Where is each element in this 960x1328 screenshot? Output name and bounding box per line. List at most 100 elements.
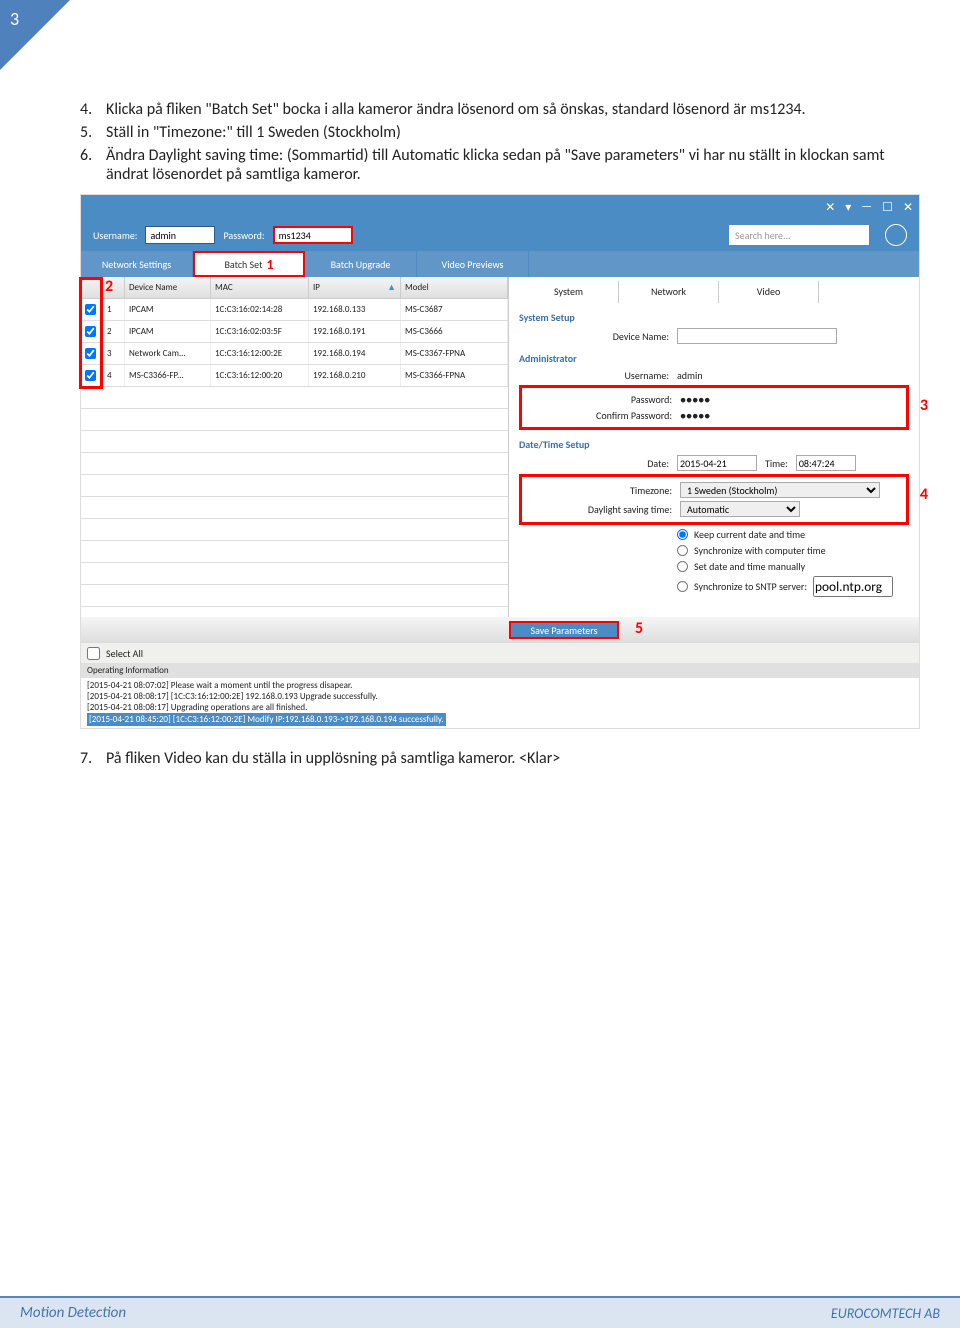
row-num: 1 [103,299,125,320]
highlight-box-2 [79,277,103,389]
table-row[interactable]: 2IPCAM1C:C3:16:02:03:5F192.168.0.191MS-C… [81,321,508,343]
settings-tabs: System Network Video [519,281,909,303]
list-text: På fliken Video kan du ställa in upplösn… [106,749,920,768]
device-name-row: Device Name: [519,328,909,344]
footer-left: Motion Detection [20,1304,126,1322]
log-area: [2015-04-21 08:07:02] Please wait a mome… [81,678,919,728]
username-input[interactable] [145,226,215,244]
log-line: [2015-04-21 08:08:17] Upgrading operatio… [87,702,913,713]
marker-1: 1 [266,256,273,273]
shuffle-icon[interactable]: ✕ [825,200,835,215]
search-placeholder: Search here... [735,229,791,242]
password-input[interactable] [273,226,353,244]
rtab-network[interactable]: Network [619,281,719,303]
admin-username-value: admin [677,369,837,382]
row-num: 4 [103,365,125,386]
empty-row [81,497,508,519]
radio-keep-current[interactable]: Keep current date and time [677,528,909,541]
list-number: 5. [80,123,106,142]
highlight-box-3: Password:●●●●● Confirm Password:●●●●● 3 [519,385,909,430]
radio-sync-computer[interactable]: Synchronize with computer time [677,544,909,557]
tab-batch-set[interactable]: Batch Set1 [193,251,305,277]
empty-row [81,431,508,453]
row-device: Network Cam... [125,343,211,364]
select-all-checkbox[interactable] [87,647,100,660]
time-input[interactable] [796,455,856,471]
th-mac: MAC [211,277,309,298]
time-label: Time: [765,457,788,470]
tab-video-previews[interactable]: Video Previews [417,251,529,277]
empty-row [81,541,508,563]
timezone-select[interactable]: 1 Sweden (Stockholm) [680,482,880,498]
down-icon[interactable]: ▾ [845,200,851,215]
device-table: Device Name MAC IP ▲ Model 2 1IPCAM1C:C3… [81,277,509,617]
log-line-highlighted: [2015-04-21 08:45:20] [1C:C3:16:12:00:2E… [87,713,446,726]
date-row: Date: Time: [519,455,909,471]
page-number-corner: 3 [0,0,70,100]
dst-row: Daylight saving time: Automatic [522,501,906,517]
sntp-input[interactable] [813,576,893,597]
radio-manual[interactable]: Set date and time manually [677,560,909,573]
dst-label: Daylight saving time: [522,503,672,516]
device-name-input[interactable] [677,328,837,344]
radio-sntp[interactable]: Synchronize to SNTP server: [677,576,909,597]
row-mac: 1C:C3:16:02:14:28 [211,299,309,320]
save-parameters-button[interactable]: Save Parameters [509,621,619,639]
log-line: [2015-04-21 08:07:02] Please wait a mome… [87,680,913,691]
page-number: 3 [10,8,19,30]
row-device: MS-C3366-FP... [125,365,211,386]
section-datetime: Date/Time Setup [519,438,909,451]
admin-password-value[interactable]: ●●●●● [680,393,840,406]
confirm-password-value[interactable]: ●●●●● [680,409,840,422]
instruction-item: 4. Klicka på fliken "Batch Set" bocka i … [80,100,920,119]
admin-password-row: Password: ●●●●● [522,393,906,406]
rtab-video[interactable]: Video [719,281,819,303]
tab-bar: Network Settings Batch Set1 Batch Upgrad… [81,251,919,277]
timezone-label: Timezone: [522,484,672,497]
window-titlebar: ✕ ▾ — ☐ ✕ [81,195,919,219]
empty-row [81,387,508,409]
date-label: Date: [519,457,669,470]
table-row[interactable]: 1IPCAM1C:C3:16:02:14:28192.168.0.133MS-C… [81,299,508,321]
rtab-system[interactable]: System [519,281,619,303]
select-all-row: Select All [81,643,919,663]
list-text: Ställ in "Timezone:" till 1 Sweden (Stoc… [106,123,920,142]
search-box[interactable]: Search here... [729,225,869,245]
row-mac: 1C:C3:16:02:03:5F [211,321,309,342]
admin-username-row: Username:admin [519,369,909,382]
row-model: MS-C3367-FPNA [401,343,508,364]
search-icon[interactable] [885,224,907,246]
app-screenshot: ✕ ▾ — ☐ ✕ Username: Password: Search her… [80,194,920,729]
marker-4: 4 [920,485,928,504]
maximize-icon[interactable]: ☐ [882,200,893,215]
confirm-password-label: Confirm Password: [522,409,672,422]
content-area: 4. Klicka på fliken "Batch Set" bocka i … [0,0,960,768]
highlight-box-4: Timezone: 1 Sweden (Stockholm) Daylight s… [519,474,909,525]
tab-network-settings[interactable]: Network Settings [81,251,193,277]
instruction-item: 5. Ställ in "Timezone:" till 1 Sweden (S… [80,123,920,142]
table-row[interactable]: 4MS-C3366-FP...1C:C3:16:12:00:20192.168.… [81,365,508,387]
th-model: Model [401,277,508,298]
select-all-label: Select All [106,647,143,660]
confirm-password-row: Confirm Password: ●●●●● [522,409,906,422]
empty-row [81,519,508,541]
minimize-icon[interactable]: — [861,200,872,214]
admin-password-label: Password: [522,393,672,406]
row-num: 3 [103,343,125,364]
list-number: 4. [80,100,106,119]
empty-row [81,475,508,497]
row-device: IPCAM [125,321,211,342]
log-line: [2015-04-21 08:08:17] [1C:C3:16:12:00:2E… [87,691,913,702]
instruction-item: 7. På fliken Video kan du ställa in uppl… [80,749,920,768]
empty-row [81,453,508,475]
row-ip: 192.168.0.133 [309,299,401,320]
row-mac: 1C:C3:16:12:00:20 [211,365,309,386]
dst-select[interactable]: Automatic [680,501,800,517]
table-row[interactable]: 3Network Cam...1C:C3:16:12:00:2E192.168.… [81,343,508,365]
row-model: MS-C3366-FPNA [401,365,508,386]
date-input[interactable] [677,455,757,471]
tab-batch-upgrade[interactable]: Batch Upgrade [305,251,417,277]
settings-panel: System Network Video System Setup Device… [509,277,919,617]
close-icon[interactable]: ✕ [903,200,913,215]
row-ip: 192.168.0.191 [309,321,401,342]
